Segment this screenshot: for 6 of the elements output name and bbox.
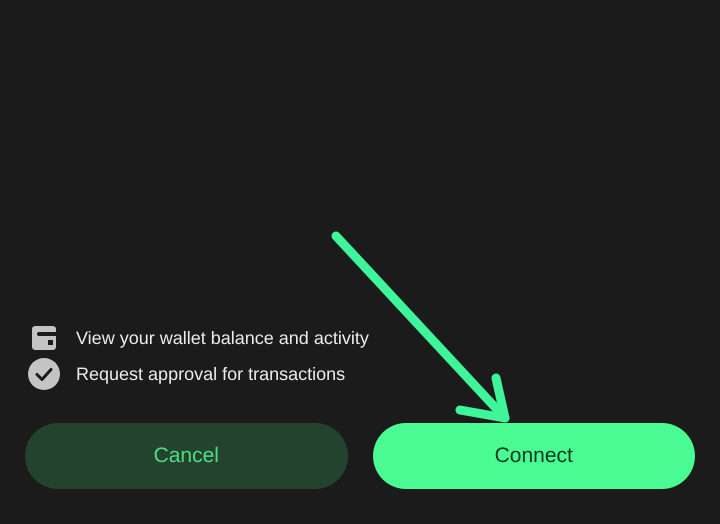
cancel-button[interactable]: Cancel	[25, 423, 348, 489]
wallet-icon	[30, 324, 58, 352]
permission-text: Request approval for transactions	[76, 363, 346, 386]
check-circle-icon	[28, 358, 60, 390]
permission-text: View your wallet balance and activity	[76, 327, 369, 350]
connect-button[interactable]: Connect	[372, 423, 695, 489]
